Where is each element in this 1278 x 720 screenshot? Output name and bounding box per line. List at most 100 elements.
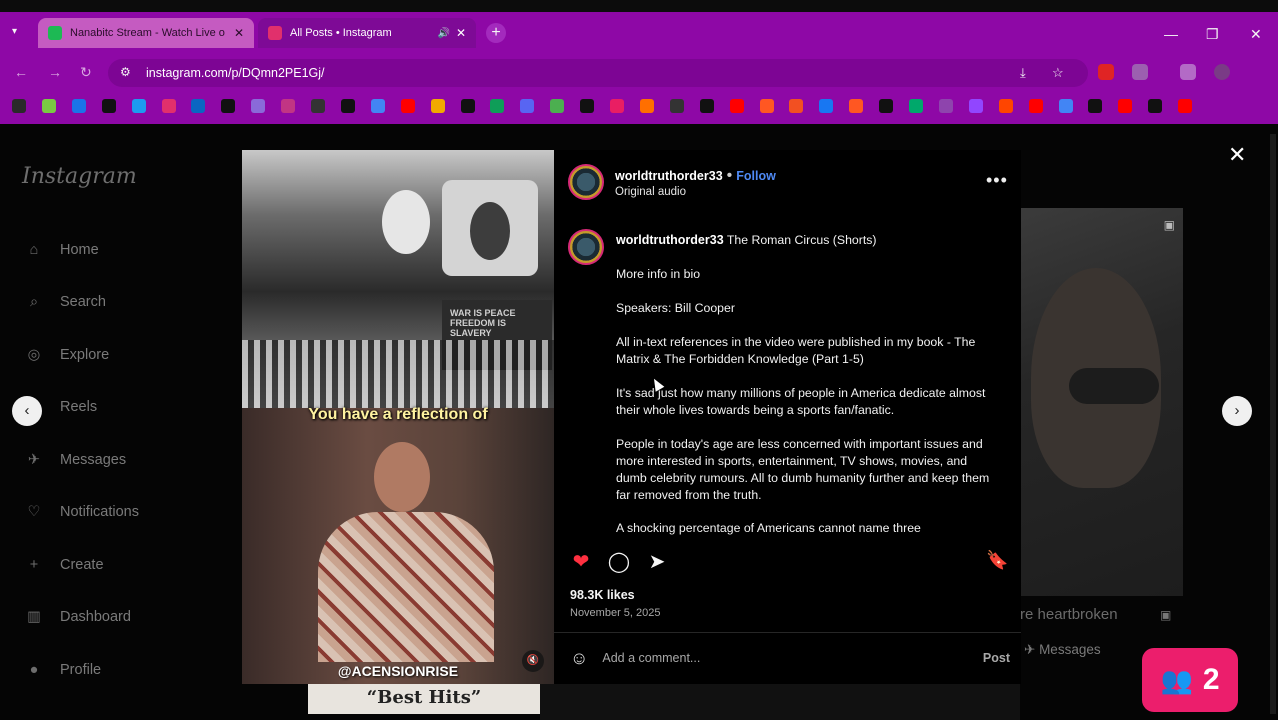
- bookmark-favicon-icon[interactable]: [819, 99, 834, 113]
- bookmark-star-icon[interactable]: ☆: [1052, 65, 1064, 81]
- share-icon[interactable]: ➤: [645, 550, 669, 574]
- like-heart-icon[interactable]: ❤: [569, 550, 593, 574]
- caption-username[interactable]: worldtruthorder33: [616, 233, 724, 247]
- comment-input[interactable]: Add a comment...: [602, 651, 700, 665]
- bookmark-favicon-icon[interactable]: [191, 99, 206, 113]
- minimize-button[interactable]: —: [1164, 26, 1178, 42]
- bookmark-favicon-icon[interactable]: [370, 99, 385, 113]
- bookmark-favicon-icon[interactable]: [639, 99, 654, 113]
- save-bookmark-icon[interactable]: 🔖: [986, 550, 1008, 571]
- extension-icon[interactable]: [1098, 64, 1114, 80]
- page-scrollbar[interactable]: [1270, 134, 1276, 714]
- tab-close-icon[interactable]: ✕: [456, 26, 466, 40]
- post-actions: ❤ ◯ ➤: [569, 550, 669, 574]
- bookmark-favicon-icon[interactable]: [938, 99, 953, 113]
- bookmark-favicon-icon[interactable]: [968, 99, 983, 113]
- bookmark-favicon-icon[interactable]: [1058, 99, 1073, 113]
- bookmark-favicon-icon[interactable]: [909, 99, 923, 113]
- prev-post-button[interactable]: ‹: [12, 396, 42, 426]
- divider: [554, 632, 1021, 633]
- tab-nanabitc[interactable]: Nanabitc Stream - Watch Live o ✕: [38, 18, 254, 48]
- mute-icon[interactable]: 🔇: [522, 650, 544, 672]
- site-info-icon[interactable]: ⚙: [120, 65, 131, 79]
- bookmark-favicon-icon[interactable]: [520, 99, 535, 113]
- reload-button[interactable]: ↻: [80, 64, 92, 81]
- emoji-icon[interactable]: ☺: [570, 648, 588, 669]
- next-post-button[interactable]: ›: [1222, 396, 1252, 426]
- sidebar-item-explore[interactable]: ◎ Explore: [22, 343, 110, 367]
- active-users-badge[interactable]: 👥 2: [1142, 648, 1238, 712]
- bookmark-favicon-icon[interactable]: [610, 99, 624, 113]
- close-modal-icon[interactable]: ✕: [1228, 142, 1246, 168]
- tab-bar: ▾ Nanabitc Stream - Watch Live o ✕ All P…: [0, 12, 1278, 56]
- background-post-thumbnail[interactable]: ▣: [1021, 208, 1183, 596]
- install-icon[interactable]: ⤓: [1020, 65, 1026, 81]
- post-video[interactable]: WAR IS PEACE FREEDOM IS SLAVERY You have…: [242, 150, 554, 684]
- bookmark-favicon-icon[interactable]: [161, 99, 176, 113]
- bookmark-favicon-icon[interactable]: [998, 99, 1013, 113]
- bookmark-favicon-icon[interactable]: [281, 99, 296, 113]
- bookmark-favicon-icon[interactable]: [759, 99, 774, 113]
- bookmark-favicon-icon[interactable]: [879, 99, 894, 113]
- background-messages-label: ✈ Messages: [1024, 642, 1101, 658]
- media-control-icon[interactable]: [1180, 64, 1196, 80]
- bookmark-favicon-icon[interactable]: [131, 99, 146, 113]
- bookmark-favicon-icon[interactable]: [1178, 99, 1193, 113]
- bookmark-favicon-icon[interactable]: [460, 99, 475, 113]
- bookmark-favicon-icon[interactable]: [550, 99, 565, 113]
- bookmark-favicon-icon[interactable]: [430, 99, 445, 113]
- more-options-icon[interactable]: •••: [986, 170, 1008, 191]
- sidebar-item-search[interactable]: ⌕ Search: [22, 290, 106, 314]
- bookmark-favicon-icon[interactable]: [849, 99, 864, 113]
- bookmark-favicon-icon[interactable]: [251, 99, 266, 113]
- bookmark-favicon-icon[interactable]: [729, 99, 744, 113]
- bookmark-favicon-icon[interactable]: [490, 99, 505, 113]
- restore-button[interactable]: ❐: [1206, 26, 1219, 43]
- bookmark-favicon-icon[interactable]: [311, 99, 325, 113]
- bookmark-favicon-icon[interactable]: [1118, 99, 1133, 113]
- post-comment-button[interactable]: Post: [983, 651, 1010, 665]
- extensions-puzzle-icon[interactable]: [1132, 64, 1148, 80]
- bookmark-favicon-icon[interactable]: [580, 99, 595, 113]
- author-username[interactable]: worldtruthorder33: [615, 169, 723, 183]
- caption-avatar[interactable]: [568, 229, 604, 265]
- bookmark-favicon-icon[interactable]: [669, 99, 684, 113]
- bookmark-favicon-icon[interactable]: [12, 99, 26, 113]
- bookmark-favicon-icon[interactable]: [400, 99, 415, 113]
- bookmark-favicon-icon[interactable]: [340, 99, 355, 113]
- author-avatar[interactable]: [568, 164, 604, 200]
- back-button[interactable]: ←: [14, 64, 28, 80]
- tab-instagram[interactable]: All Posts • Instagram 🔊 ✕: [258, 18, 476, 48]
- sidebar-item-profile[interactable]: ● Profile: [22, 658, 102, 682]
- sidebar-item-home[interactable]: ⌂ Home: [22, 238, 99, 262]
- sidebar-item-create[interactable]: + Create: [22, 553, 104, 577]
- tab-close-icon[interactable]: ✕: [234, 26, 244, 40]
- bookmark-favicon-icon[interactable]: [71, 99, 86, 113]
- instagram-favicon-icon: [268, 26, 282, 40]
- sidebar-item-notifications[interactable]: ♡ Notifications: [22, 500, 139, 524]
- new-tab-button[interactable]: +: [486, 23, 506, 43]
- url-box[interactable]: ⚙ instagram.com/p/DQmn2PE1Gj/ ⤓ ☆: [108, 59, 1088, 87]
- sidebar-item-dashboard[interactable]: ▥ Dashboard: [22, 605, 131, 629]
- comment-icon[interactable]: ◯: [607, 550, 631, 574]
- audio-label[interactable]: Original audio: [615, 186, 686, 198]
- instagram-logo[interactable]: Instagram: [22, 164, 137, 189]
- tab-search-caret-icon[interactable]: ▾: [12, 26, 17, 37]
- bookmark-favicon-icon[interactable]: [1088, 99, 1103, 113]
- profile-avatar-icon[interactable]: [1214, 64, 1230, 80]
- bookmark-favicon-icon[interactable]: [1028, 99, 1043, 113]
- url-text[interactable]: instagram.com/p/DQmn2PE1Gj/: [146, 66, 325, 80]
- bookmark-favicon-icon[interactable]: [221, 99, 236, 113]
- close-window-button[interactable]: ✕: [1250, 26, 1262, 43]
- follow-button[interactable]: Follow: [736, 169, 776, 183]
- likes-count[interactable]: 98.3K likes: [570, 588, 635, 602]
- bookmark-favicon-icon[interactable]: [789, 99, 804, 113]
- bookmark-favicon-icon[interactable]: [101, 99, 116, 113]
- tab-audio-icon[interactable]: 🔊: [437, 28, 449, 39]
- bookmark-favicon-icon[interactable]: [1148, 99, 1163, 113]
- forward-button[interactable]: →: [48, 64, 62, 80]
- bookmark-favicon-icon[interactable]: [41, 99, 56, 113]
- sidebar-item-messages[interactable]: ✈ Messages: [22, 448, 126, 472]
- bookmark-favicon-icon[interactable]: [699, 99, 714, 113]
- video-screen-face-small: [382, 190, 430, 254]
